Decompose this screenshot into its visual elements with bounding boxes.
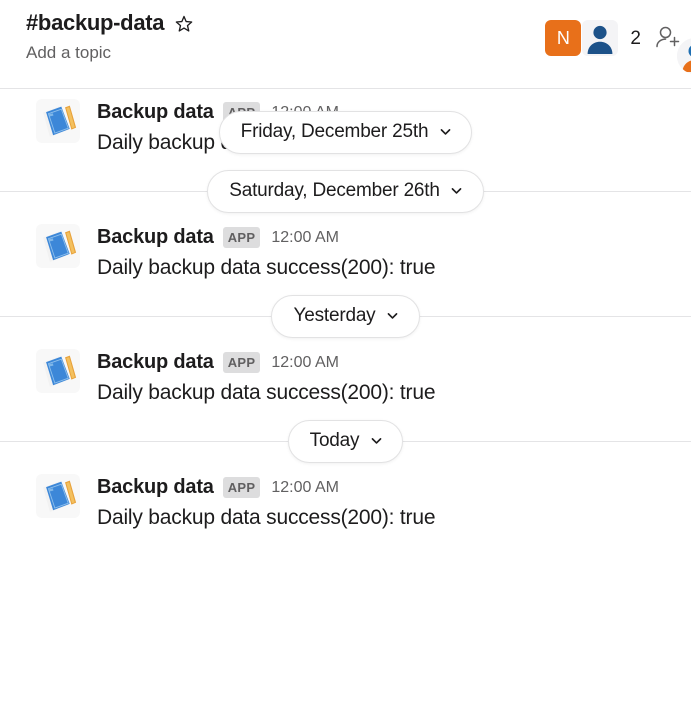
app-badge: APP [222, 352, 261, 373]
avatar-initial-label: N [556, 27, 570, 48]
message-sender[interactable]: Backup data [97, 351, 214, 374]
date-divider: Saturday, December 26th [0, 166, 691, 216]
message-text: Daily backup data success(200): true [97, 256, 436, 279]
message-timestamp[interactable]: 12:00 AM [271, 229, 339, 247]
message-meta: Backup data APP 12:00 AM [97, 350, 671, 375]
date-pill-label: Friday, December 25th [240, 120, 429, 142]
slack-channel-view: #backup-data Add a topic N 2 Backup data… [0, 0, 691, 717]
chevron-down-icon [438, 125, 452, 139]
notebook-emoji-avatar [36, 224, 80, 268]
channel-topic[interactable]: Add a topic [26, 40, 195, 66]
member-count: 2 [630, 27, 641, 49]
chevron-down-icon [386, 309, 400, 323]
message-sender[interactable]: Backup data [97, 476, 214, 499]
person-silhouette-icon [588, 25, 613, 54]
notebook-emoji [43, 480, 77, 512]
message-body: Backup data APP 12:00 AM Daily backup da… [97, 474, 671, 533]
star-outline-icon[interactable] [173, 13, 195, 35]
date-divider-sticky: Friday, December 25th [0, 107, 691, 157]
chevron-down-icon [450, 184, 464, 198]
date-divider: Today [0, 416, 691, 466]
message-body: Backup data APP 12:00 AM Daily backup da… [97, 224, 671, 283]
notebook-emoji-avatar [36, 349, 80, 393]
notebook-emoji-avatar [36, 474, 80, 518]
channel-header-right: N 2 [541, 18, 691, 74]
chevron-down-icon [369, 434, 383, 448]
members-button[interactable]: N 2 [541, 19, 645, 57]
avatar-member-n[interactable]: N [545, 20, 582, 56]
channel-title-row: #backup-data [26, 8, 195, 38]
date-pill-label: Yesterday [293, 304, 376, 326]
date-pill-button[interactable]: Friday, December 25th [218, 110, 473, 154]
avatar-member-default[interactable] [582, 20, 619, 56]
message-row[interactable]: Backup data APP 12:00 AM Daily backup da… [0, 341, 691, 416]
message-row[interactable]: Backup data APP 12:00 AM Daily backup da… [0, 466, 691, 541]
app-badge: APP [222, 227, 261, 248]
message-body: Backup data APP 12:00 AM Daily backup da… [97, 349, 671, 408]
message-text: Daily backup data success(200): true [97, 506, 436, 529]
date-pill-button[interactable]: Saturday, December 26th [207, 169, 484, 213]
message-text: Daily backup data success(200): true [97, 381, 436, 404]
message-sender[interactable]: Backup data [97, 226, 214, 249]
message-row[interactable]: Backup data APP 12:00 AM Daily backup da… [0, 216, 691, 291]
message-list[interactable]: Backup data APP 12:00 AM Daily backup da… [0, 89, 691, 717]
notebook-emoji [43, 230, 77, 262]
message-timestamp[interactable]: 12:00 AM [271, 479, 339, 497]
date-divider: Yesterday [0, 291, 691, 341]
date-pill-button[interactable]: Today [287, 419, 404, 463]
channel-name[interactable]: #backup-data [26, 8, 165, 38]
date-pill-label: Saturday, December 26th [229, 179, 440, 201]
message-timestamp[interactable]: 12:00 AM [271, 354, 339, 372]
date-pill-button[interactable]: Yesterday [271, 294, 420, 338]
message-meta: Backup data APP 12:00 AM [97, 475, 671, 500]
channel-header-left: #backup-data Add a topic [26, 8, 195, 66]
message-meta: Backup data APP 12:00 AM [97, 225, 671, 250]
channel-header: #backup-data Add a topic N 2 [0, 0, 691, 89]
avatar-stack: N [545, 20, 619, 56]
notebook-emoji [43, 355, 77, 387]
date-pill-label: Today [309, 429, 360, 451]
app-badge: APP [222, 477, 261, 498]
